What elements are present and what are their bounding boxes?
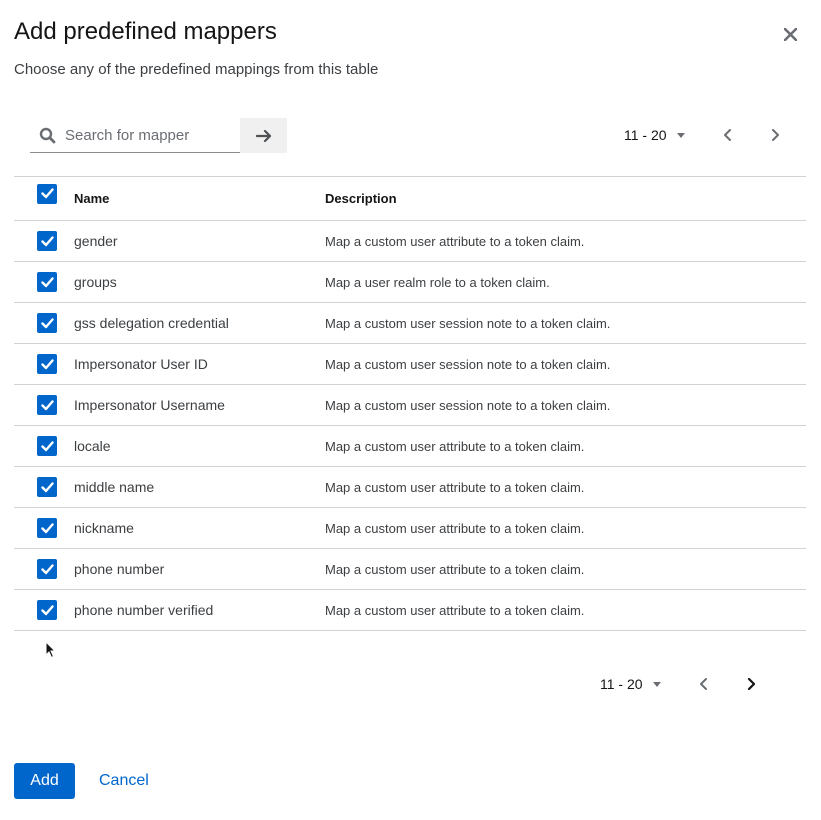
checkmark-icon (40, 481, 54, 492)
table-header-row: Name Description (14, 176, 806, 221)
previous-page-button[interactable] (694, 674, 714, 694)
table-row: gss delegation credential Map a custom us… (14, 303, 806, 344)
column-header-name[interactable]: Name (74, 177, 325, 221)
mapper-name: middle name (74, 479, 155, 495)
mapper-description: Map a custom user attribute to a token c… (325, 479, 585, 495)
mapper-name: nickname (74, 520, 134, 536)
previous-page-button[interactable] (718, 125, 738, 145)
pagination-bottom: 11 - 20 (600, 674, 761, 694)
mappers-table: Name Description gender Map a custom user… (14, 176, 806, 631)
row-checkbox[interactable] (37, 231, 57, 251)
checkmark-icon (40, 522, 54, 533)
search-input[interactable] (63, 125, 237, 145)
mapper-description: Map a custom user session note to a toke… (325, 356, 611, 372)
pagination-range-label: 11 - 20 (624, 127, 667, 143)
pagination-top: 11 - 20 (624, 125, 785, 145)
modal-title: Add predefined mappers (14, 18, 277, 45)
checkmark-icon (40, 276, 54, 287)
table-row: middle name Map a custom user attribute t… (14, 467, 806, 508)
add-button[interactable]: Add (14, 763, 75, 799)
chevron-left-icon (723, 129, 731, 141)
mapper-description: Map a custom user attribute to a token c… (325, 561, 585, 577)
arrow-right-icon (255, 129, 271, 142)
pagination-range-toggle[interactable]: 11 - 20 (624, 127, 685, 143)
row-checkbox[interactable] (37, 354, 57, 374)
mapper-description: Map a custom user attribute to a token c… (325, 520, 585, 536)
row-checkbox[interactable] (37, 477, 57, 497)
mapper-name: groups (74, 274, 117, 290)
column-header-description[interactable]: Description (325, 177, 806, 221)
table-row: nickname Map a custom user attribute to a… (14, 508, 806, 549)
mapper-description: Map a custom user attribute to a token c… (325, 233, 585, 249)
mapper-name: gss delegation credential (74, 315, 229, 331)
table-row: phone number verified Map a custom user a… (14, 590, 806, 631)
close-button[interactable] (780, 24, 800, 44)
mapper-name: phone number (74, 561, 165, 577)
close-icon (783, 27, 797, 41)
pagination-range-label: 11 - 20 (600, 676, 643, 692)
checkmark-icon (40, 235, 54, 246)
row-checkbox[interactable] (37, 313, 57, 333)
mapper-name: Impersonator User ID (74, 356, 208, 372)
next-page-button[interactable] (741, 674, 761, 694)
mapper-description: Map a custom user attribute to a token c… (325, 438, 585, 454)
table-row: phone number Map a custom user attribute … (14, 549, 806, 590)
row-checkbox[interactable] (37, 518, 57, 538)
mapper-description: Map a custom user session note to a toke… (325, 315, 611, 331)
chevron-right-icon (771, 129, 779, 141)
modal-subtitle: Choose any of the predefined mappings fr… (14, 61, 379, 78)
table-row: gender Map a custom user attribute to a t… (14, 221, 806, 262)
checkmark-icon (40, 317, 54, 328)
checkmark-icon (40, 399, 54, 410)
table-row: Impersonator User ID Map a custom user se… (14, 344, 806, 385)
caret-down-icon (676, 132, 685, 138)
next-page-button[interactable] (765, 125, 785, 145)
pagination-range-toggle[interactable]: 11 - 20 (600, 676, 661, 692)
checkmark-icon (40, 563, 54, 574)
search-submit-button[interactable] (240, 118, 287, 153)
search-box (30, 118, 240, 153)
checkmark-icon (40, 604, 54, 615)
cancel-button[interactable]: Cancel (99, 763, 149, 799)
checkmark-icon (40, 188, 54, 199)
chevron-left-icon (699, 678, 707, 690)
row-checkbox[interactable] (37, 600, 57, 620)
mouse-cursor-icon (45, 640, 57, 664)
mapper-description: Map a custom user attribute to a token c… (325, 602, 585, 618)
row-checkbox[interactable] (37, 395, 57, 415)
mapper-description: Map a user realm role to a token claim. (325, 274, 550, 290)
table-row: groups Map a user realm role to a token c… (14, 262, 806, 303)
search-icon (37, 125, 57, 145)
caret-down-icon (652, 681, 661, 687)
mapper-name: gender (74, 233, 118, 249)
row-checkbox[interactable] (37, 272, 57, 292)
select-all-checkbox[interactable] (37, 183, 57, 204)
chevron-right-icon (747, 678, 755, 690)
mapper-name: locale (74, 438, 111, 454)
table-row: Impersonator Username Map a custom user s… (14, 385, 806, 426)
row-checkbox[interactable] (37, 436, 57, 456)
table-row: locale Map a custom user attribute to a t… (14, 426, 806, 467)
checkmark-icon (40, 440, 54, 451)
row-checkbox[interactable] (37, 559, 57, 579)
mapper-name: Impersonator Username (74, 397, 225, 413)
checkmark-icon (40, 358, 54, 369)
mapper-name: phone number verified (74, 602, 214, 618)
mapper-description: Map a custom user session note to a toke… (325, 397, 611, 413)
